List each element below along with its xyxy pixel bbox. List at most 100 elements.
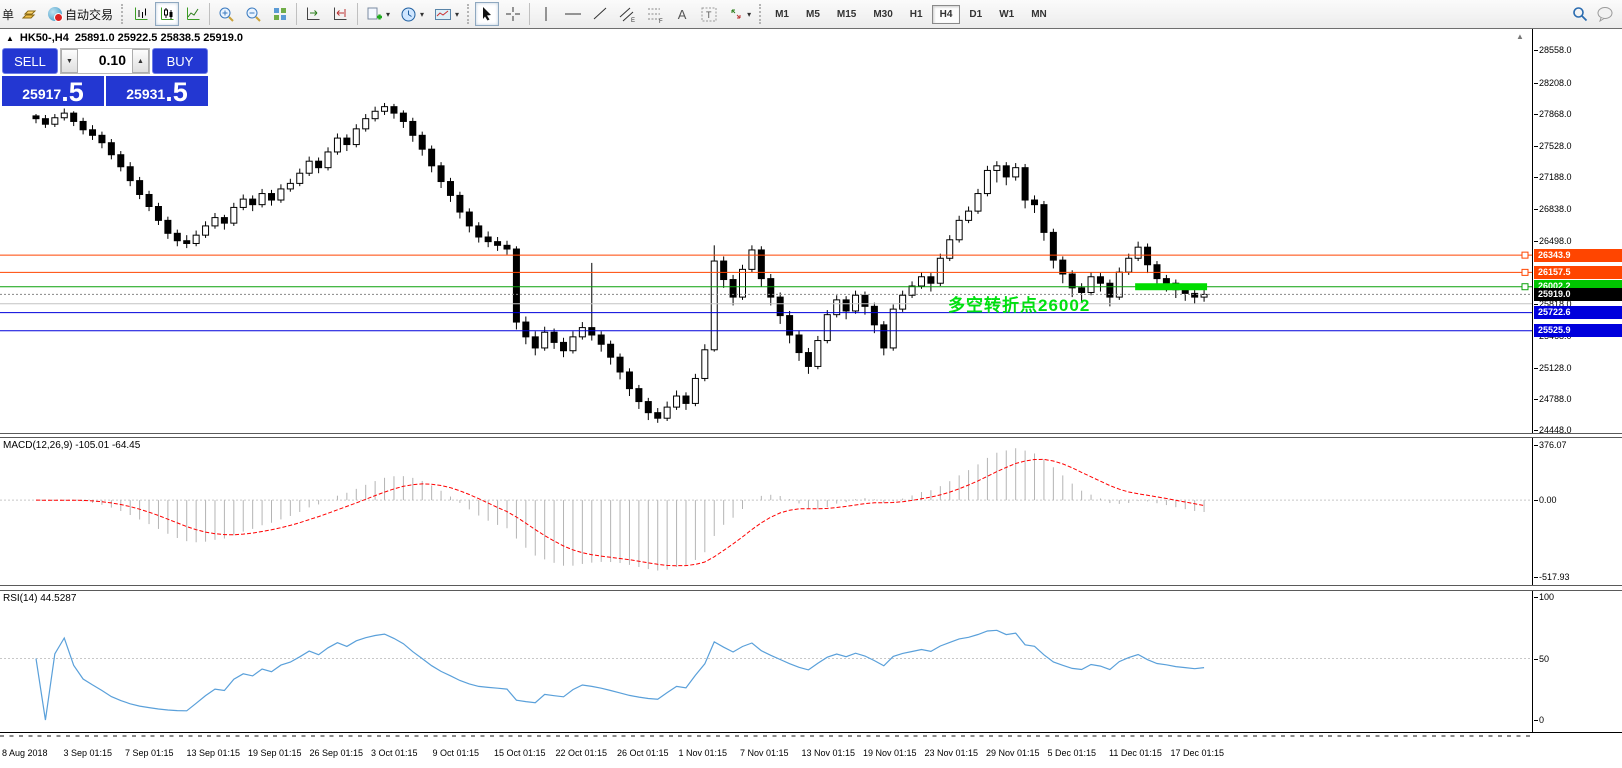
chart-template-button[interactable]: ▾ [430, 2, 463, 26]
search-icon[interactable] [1572, 6, 1588, 22]
time-label: 19 Nov 01:15 [863, 748, 917, 758]
volume-increase-button[interactable]: ▲ [132, 49, 149, 73]
timeframe-button-M15[interactable]: M15 [829, 5, 864, 24]
arrows-tool-button[interactable]: ▾ [724, 2, 755, 26]
chart-period-button[interactable]: ▾ [396, 2, 428, 26]
volume-input[interactable]: 0.10 [78, 49, 132, 73]
timeframe-button-D1[interactable]: D1 [961, 5, 990, 24]
time-label: 13 Sep 01:15 [187, 748, 241, 758]
time-label: 3 Sep 01:15 [64, 748, 113, 758]
macd-plot[interactable] [0, 438, 1533, 585]
auto-scroll-button[interactable] [301, 2, 326, 26]
text-label-icon: T [700, 6, 718, 23]
timeframe-button-M1[interactable]: M1 [767, 5, 797, 24]
line-chart-mode-button[interactable] [181, 2, 205, 26]
timeframe-button-H4[interactable]: H4 [932, 5, 961, 24]
timeframe-button-H1[interactable]: H1 [902, 5, 931, 24]
macd-indicator-pane: 376.070.00-517.93 MACD(12,26,9) -105.01 … [0, 438, 1622, 585]
price-tick: 26838.0 [1539, 204, 1572, 214]
trade-panel-toggle-icon[interactable]: ▲ [6, 34, 14, 43]
rsi-plot[interactable] [0, 591, 1533, 732]
sell-price-fraction: .5 [61, 80, 84, 104]
time-label: 15 Oct 01:15 [494, 748, 546, 758]
toolbar-separator [529, 3, 530, 25]
horizontal-line-tool-button[interactable] [560, 2, 586, 26]
price-chart-pane: 多空转折点26002 ▲ 28558.028208.027868.027528.… [0, 29, 1622, 433]
trendline-icon [592, 6, 608, 22]
timeframe-button-W1[interactable]: W1 [991, 5, 1022, 24]
cursor-tool-button[interactable] [475, 2, 499, 26]
time-label: 26 Oct 01:15 [617, 748, 669, 758]
chart-shift-button[interactable] [328, 2, 353, 26]
dropdown-caret-icon: ▾ [747, 10, 751, 19]
add-indicator-button[interactable]: ▾ [362, 2, 394, 26]
scale-scroll-arrow-icon[interactable]: ▲ [1516, 32, 1524, 41]
bar-chart-mode-button[interactable] [129, 2, 153, 26]
fibonacci-icon: F [646, 6, 664, 23]
toolbar-separator [209, 3, 210, 25]
trendline-tool-button[interactable] [588, 2, 612, 26]
svg-text:E: E [631, 18, 635, 23]
volume-decrease-button[interactable]: ▼ [61, 49, 78, 73]
price-axis: 28558.028208.027868.027528.027188.026838… [1534, 29, 1622, 433]
time-label: 13 Nov 01:15 [802, 748, 856, 758]
timeframe-button-MN[interactable]: MN [1023, 5, 1055, 24]
ohlc-values-label: 25891.0 25922.5 25838.5 25919.0 [75, 32, 243, 44]
rsi-chart [0, 591, 1533, 732]
macd-tick: 0.00 [1539, 495, 1557, 505]
autotrade-button[interactable]: 自动交易 [44, 2, 117, 26]
new-order-button[interactable] [16, 2, 42, 26]
candlestick-icon [159, 6, 175, 22]
zoom-out-button[interactable] [241, 2, 266, 26]
tile-windows-icon [272, 6, 288, 22]
vertical-line-icon [540, 6, 552, 22]
sell-button[interactable]: SELL [2, 48, 58, 74]
price-chart-plot[interactable]: 多空转折点26002 ▲ [0, 29, 1533, 433]
add-indicator-icon [366, 6, 383, 23]
level-price-tag: 25722.6 [1534, 306, 1622, 319]
price-tick: 24788.0 [1539, 394, 1572, 404]
level-price-tag: 26343.9 [1534, 249, 1622, 262]
timeframe-toolbar: M1M5M15M30H1H4D1W1MN [767, 5, 1055, 24]
text-tool-button[interactable]: A [670, 2, 694, 26]
time-axis-ticks [0, 735, 1533, 737]
clock-icon [400, 6, 417, 23]
crosshair-icon [505, 6, 521, 22]
chat-icon[interactable] [1596, 6, 1614, 22]
zoom-in-button[interactable] [214, 2, 239, 26]
timeframe-button-M30[interactable]: M30 [865, 5, 900, 24]
toolbar-separator [357, 3, 358, 25]
time-label: 29 Nov 01:15 [986, 748, 1040, 758]
tile-windows-button[interactable] [268, 2, 292, 26]
time-axis[interactable]: 8 Aug 20183 Sep 01:157 Sep 01:1513 Sep 0… [0, 732, 1622, 768]
price-tick: 27188.0 [1539, 172, 1572, 182]
timeframe-button-M5[interactable]: M5 [798, 5, 828, 24]
candlestick-chart [0, 29, 1533, 433]
fibonacci-tool-button[interactable]: F [642, 2, 668, 26]
price-tick: 27868.0 [1539, 109, 1572, 119]
buy-price-display[interactable]: 25931.5 [106, 76, 208, 106]
autotrade-icon [48, 7, 62, 21]
dropdown-caret-icon: ▾ [420, 10, 424, 19]
rsi-indicator-pane: 100500 RSI(14) 44.5287 [0, 591, 1622, 732]
buy-button[interactable]: BUY [152, 48, 208, 74]
dropdown-caret-icon: ▾ [455, 10, 459, 19]
svg-text:F: F [659, 19, 663, 23]
crosshair-tool-button[interactable] [501, 2, 525, 26]
time-label: 11 Dec 01:15 [1109, 748, 1162, 758]
chart-annotation-text[interactable]: 多空转折点26002 [948, 291, 1090, 316]
time-label: 9 Oct 01:15 [433, 748, 480, 758]
volume-control: ▼ 0.10 ▲ [60, 48, 150, 74]
price-tick: 28208.0 [1539, 78, 1572, 88]
candlestick-mode-button[interactable] [155, 2, 179, 26]
toolbar-grip [759, 4, 763, 24]
text-label-tool-button[interactable]: T [696, 2, 722, 26]
sell-price-display[interactable]: 25917.5 [2, 76, 104, 106]
current-price-tag: 25919.0 [1534, 288, 1622, 301]
rsi-tick: 100 [1539, 592, 1554, 602]
time-label: 8 Aug 2018 [2, 748, 48, 758]
equidistant-channel-tool-button[interactable]: E [614, 2, 640, 26]
clipped-toolbar-label: 单 [2, 6, 14, 23]
vertical-line-tool-button[interactable] [534, 2, 558, 26]
auto-scroll-icon [305, 6, 322, 22]
